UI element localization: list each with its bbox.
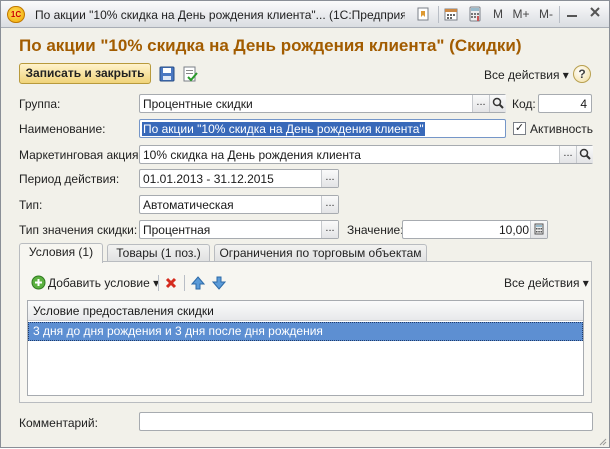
value-type-field[interactable]: Процентная ... xyxy=(139,220,339,239)
promo-label: Маркетинговая акция: xyxy=(19,148,142,162)
open-icon[interactable] xyxy=(576,146,593,163)
minimize-icon[interactable] xyxy=(563,5,581,24)
toolbar-separator xyxy=(559,6,560,23)
promo-field[interactable]: 10% скидка на День рождения клиента ... xyxy=(139,145,593,164)
period-field[interactable]: 01.01.2013 - 31.12.2015 ... xyxy=(139,169,339,188)
calculator-icon[interactable] xyxy=(465,5,485,24)
select-button[interactable]: ... xyxy=(321,196,338,213)
memory-plus-button[interactable]: M+ xyxy=(510,5,532,24)
code-value: 4 xyxy=(580,97,587,111)
memory-button[interactable]: M xyxy=(489,5,507,24)
group-field[interactable]: Процентные скидки ... xyxy=(139,94,506,113)
close-icon[interactable] xyxy=(585,5,605,24)
select-button[interactable]: ... xyxy=(472,95,489,112)
toolbar-separator xyxy=(438,6,439,23)
value-type-value: Процентная xyxy=(143,223,211,237)
code-label: Код: xyxy=(512,97,536,111)
type-field[interactable]: Автоматическая ... xyxy=(139,195,339,214)
active-checkbox[interactable]: ✓ xyxy=(513,122,526,135)
select-button[interactable]: ... xyxy=(559,146,576,163)
move-up-icon[interactable] xyxy=(190,276,206,290)
post-document-icon[interactable] xyxy=(181,65,199,83)
toolbar-separator xyxy=(158,275,159,291)
group-value: Процентные скидки xyxy=(143,97,253,111)
save-and-close-button[interactable]: Записать и закрыть xyxy=(19,63,151,84)
column-header-condition[interactable]: Условие предоставления скидки xyxy=(33,304,214,318)
period-value: 01.01.2013 - 31.12.2015 xyxy=(143,172,274,186)
delete-icon[interactable] xyxy=(164,276,178,290)
amount-value: 10,00 xyxy=(498,223,529,237)
name-field[interactable]: По акции "10% скидка на День рождения кл… xyxy=(139,119,506,138)
move-down-icon[interactable] xyxy=(211,276,227,290)
name-label: Наименование: xyxy=(19,122,106,136)
group-label: Группа: xyxy=(19,97,61,111)
help-button[interactable]: ? xyxy=(573,65,591,83)
calculator-icon[interactable] xyxy=(530,221,547,238)
comment-label: Комментарий: xyxy=(19,416,98,430)
resize-grip-icon[interactable] xyxy=(597,435,607,446)
select-button[interactable]: ... xyxy=(321,170,338,187)
name-value: По акции "10% скидка на День рождения кл… xyxy=(142,122,425,136)
app-window: 1С По акции "10% скидка на День рождения… xyxy=(0,0,610,448)
table-cell: 3 дня до дня рождения и 3 дня после дня … xyxy=(33,324,323,338)
title-bar: 1С По акции "10% скидка на День рождения… xyxy=(1,1,609,28)
select-button[interactable]: ... xyxy=(321,221,338,238)
all-actions-menu[interactable]: Все действия ▾ xyxy=(484,68,569,82)
calendar-icon[interactable] xyxy=(441,5,461,24)
promo-value: 10% скидка на День рождения клиента xyxy=(143,148,361,162)
memory-minus-button[interactable]: M- xyxy=(535,5,557,24)
app-logo-icon[interactable]: 1С xyxy=(7,6,25,23)
period-label: Период действия: xyxy=(19,172,120,186)
type-value: Автоматическая xyxy=(143,198,234,212)
window-title: По акции "10% скидка на День рождения кл… xyxy=(35,8,405,22)
add-icon[interactable] xyxy=(31,275,46,290)
page-title: По акции "10% скидка на День рождения кл… xyxy=(19,36,522,55)
toolbar-separator xyxy=(184,275,185,291)
amount-field[interactable]: 10,00 xyxy=(402,220,548,239)
amount-label: Значение: xyxy=(347,223,404,237)
save-icon[interactable] xyxy=(158,65,176,83)
open-icon[interactable] xyxy=(489,95,506,112)
conditions-all-actions-menu[interactable]: Все действия ▾ xyxy=(504,276,589,290)
add-condition-button[interactable]: Добавить условие ▾ xyxy=(48,276,159,290)
comment-field[interactable] xyxy=(139,412,593,431)
table-row[interactable]: 3 дня до дня рождения и 3 дня после дня … xyxy=(28,322,583,341)
code-field[interactable]: 4 xyxy=(538,94,592,113)
conditions-table[interactable]: Условие предоставления скидки 3 дня до д… xyxy=(27,300,584,396)
bookmark-icon[interactable] xyxy=(413,5,433,24)
tab-conditions[interactable]: Условия (1) xyxy=(19,243,103,263)
active-label: Активность xyxy=(530,122,594,136)
table-header[interactable]: Условие предоставления скидки xyxy=(28,301,583,321)
type-label: Тип: xyxy=(19,198,43,212)
value-type-label: Тип значения скидки: xyxy=(19,223,138,237)
